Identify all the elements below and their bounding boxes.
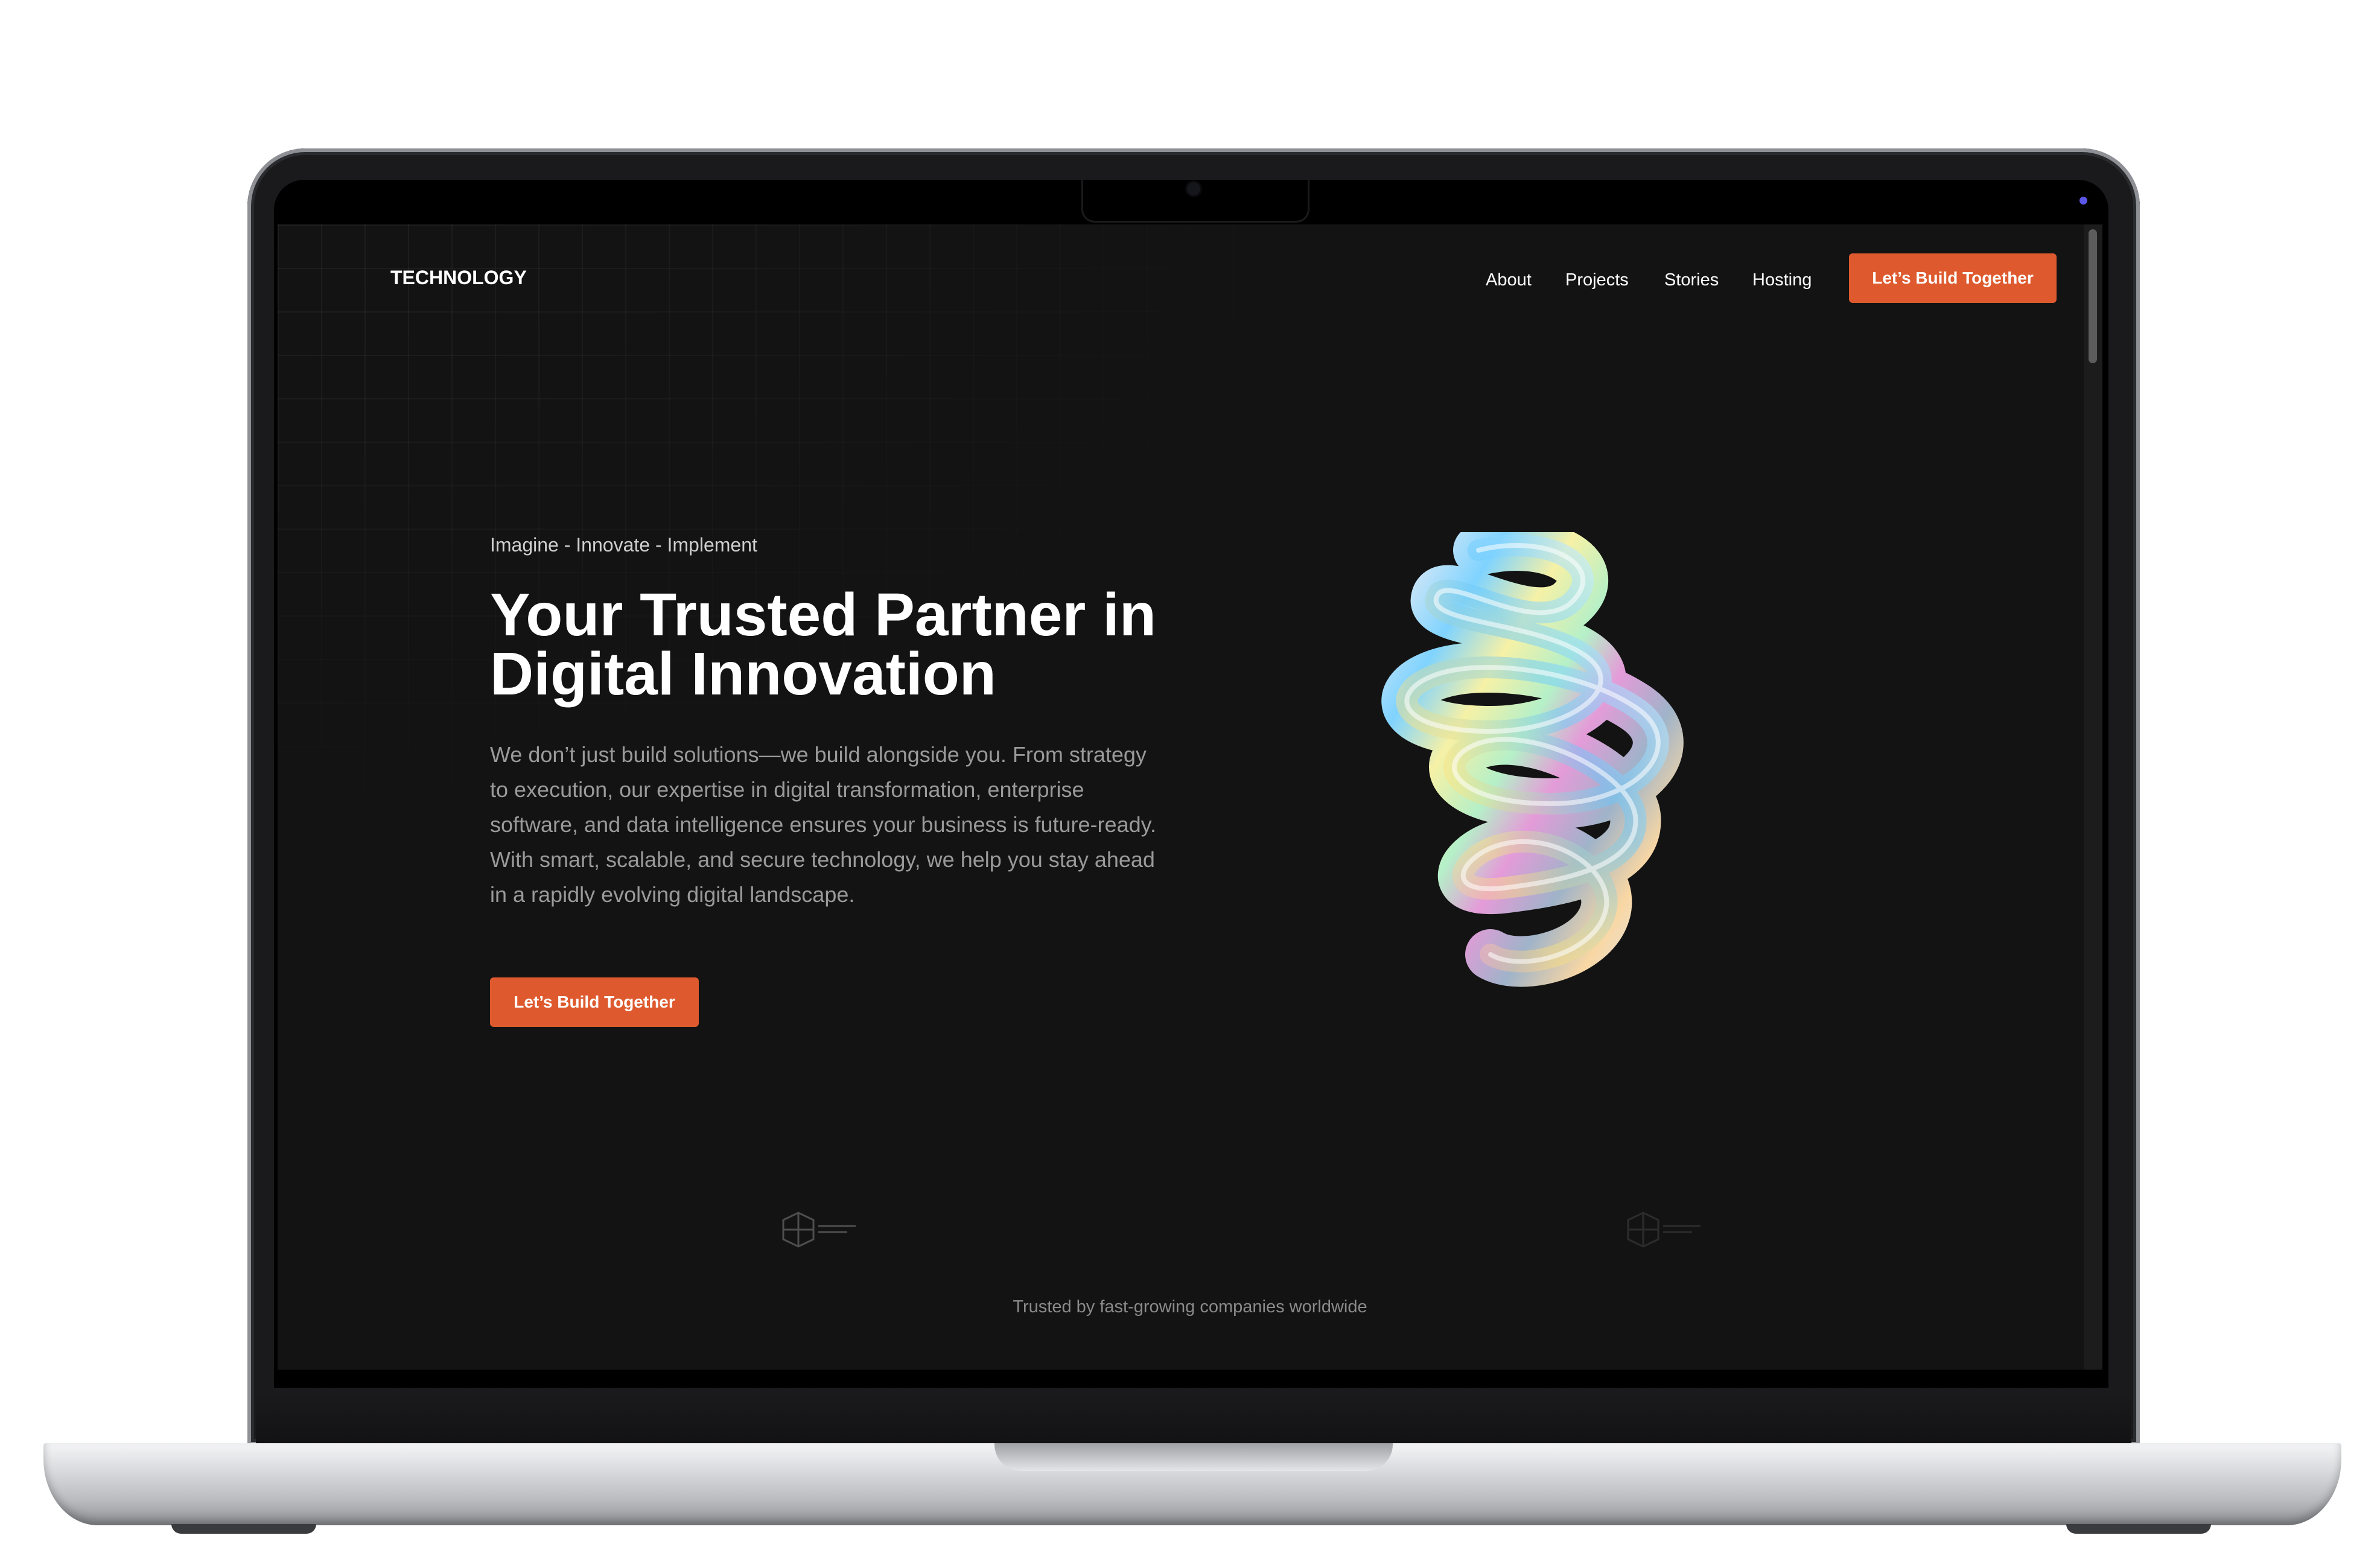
partner-logo-icon [782,1212,856,1248]
trusted-by-caption: Trusted by fast-growing companies worldw… [1013,1297,1367,1317]
camera-icon [1187,182,1200,195]
hero-cta-button[interactable]: Let’s Build Together [490,977,699,1027]
partner-logo-icon [1627,1212,1701,1248]
iridescent-spiral-art [1381,532,1684,987]
hero-description: We don’t just build solutions—we build a… [490,742,1156,907]
website-viewport: TECHNOLOGY About Projects Stories Hostin… [278,224,2102,1370]
nav-link-about[interactable]: About [1486,270,1532,290]
nav-link-stories[interactable]: Stories [1664,270,1719,290]
laptop-hinge [256,1388,2131,1446]
hero-headline-line-2: Digital Innovation [490,640,996,708]
scrollbar-thumb[interactable] [2089,229,2097,363]
nav-link-hosting[interactable]: Hosting [1752,270,1812,290]
laptop-foot-left [171,1524,316,1534]
laptop-foot-right [2066,1524,2211,1534]
scrollbar-track[interactable] [2084,224,2102,1370]
nav-link-projects[interactable]: Projects [1565,270,1629,290]
hero-eyebrow: Imagine - Innovate - Implement [490,534,757,556]
top-navigation: About Projects Stories Hosting Let’s Bui… [278,253,2102,303]
laptop-opening-notch [994,1443,1393,1471]
nav-cta-button[interactable]: Let’s Build Together [1849,253,2057,303]
hero-headline: Your Trusted Partner in Digital Innovati… [490,585,1214,704]
status-indicator-dot [2079,197,2087,205]
hero-headline-line-1: Your Trusted Partner in [490,581,1156,649]
